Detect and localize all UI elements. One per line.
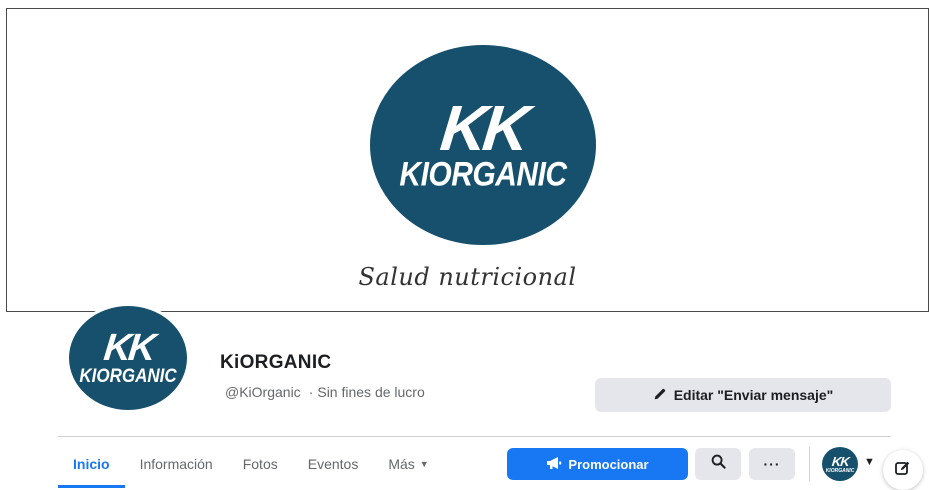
- caret-down-icon: ▼: [419, 459, 429, 469]
- avatar-logo-word: KIORGANIC: [79, 364, 177, 387]
- tab-label: Más: [388, 456, 415, 472]
- tab-mas[interactable]: Más ▼: [373, 444, 443, 484]
- cover-logo-mark: KK: [436, 92, 530, 164]
- search-button[interactable]: [695, 448, 741, 480]
- cover-logo-word: KIORGANIC: [399, 155, 567, 194]
- more-icon: ···: [763, 456, 781, 472]
- search-icon: [711, 454, 726, 474]
- edit-button-label: Editar "Enviar mensaje": [673, 387, 834, 403]
- separator: ·: [308, 384, 314, 400]
- compose-icon: [894, 459, 912, 482]
- promote-button[interactable]: Promocionar: [507, 448, 688, 480]
- switch-profile-avatar[interactable]: KK KIORGANIC: [822, 447, 858, 481]
- edit-send-message-button[interactable]: Editar "Enviar mensaje": [595, 378, 891, 412]
- tab-label: Información: [139, 456, 213, 472]
- more-options-button[interactable]: ···: [749, 448, 795, 480]
- compose-button[interactable]: [883, 450, 923, 490]
- tab-label: Inicio: [73, 456, 110, 472]
- tab-label: Eventos: [307, 456, 359, 472]
- tab-inicio[interactable]: Inicio: [58, 444, 125, 488]
- tab-fotos[interactable]: Fotos: [228, 444, 293, 484]
- header-divider: [58, 436, 891, 437]
- profile-avatar[interactable]: KK KIORGANIC: [66, 303, 190, 413]
- page-title: KiORGANIC: [220, 352, 332, 373]
- tab-label: Fotos: [242, 456, 278, 472]
- page-category[interactable]: Sin fines de lucro: [317, 384, 424, 400]
- megaphone-icon: [546, 456, 562, 473]
- caret-down-icon[interactable]: ▼: [864, 456, 875, 468]
- cover-tagline: Salud nutricional: [358, 263, 577, 291]
- tab-eventos[interactable]: Eventos: [293, 444, 374, 484]
- cover-logo: KK KIORGANIC: [370, 45, 596, 245]
- toolbar-separator: [809, 447, 810, 481]
- tab-informacion[interactable]: Información: [125, 444, 228, 484]
- page-subtitle: @KiOrganic · Sin fines de lucro: [225, 384, 425, 400]
- pencil-icon: [653, 387, 667, 404]
- mini-logo-mark: KK: [830, 453, 850, 469]
- promote-label: Promocionar: [568, 456, 649, 472]
- avatar-logo-mark: KK: [101, 327, 155, 369]
- cover-photo: KK KIORGANIC Salud nutricional: [6, 8, 929, 312]
- page-handle: @KiOrganic: [225, 384, 301, 400]
- page-tabs: Inicio Información Fotos Eventos Más ▼: [58, 444, 444, 488]
